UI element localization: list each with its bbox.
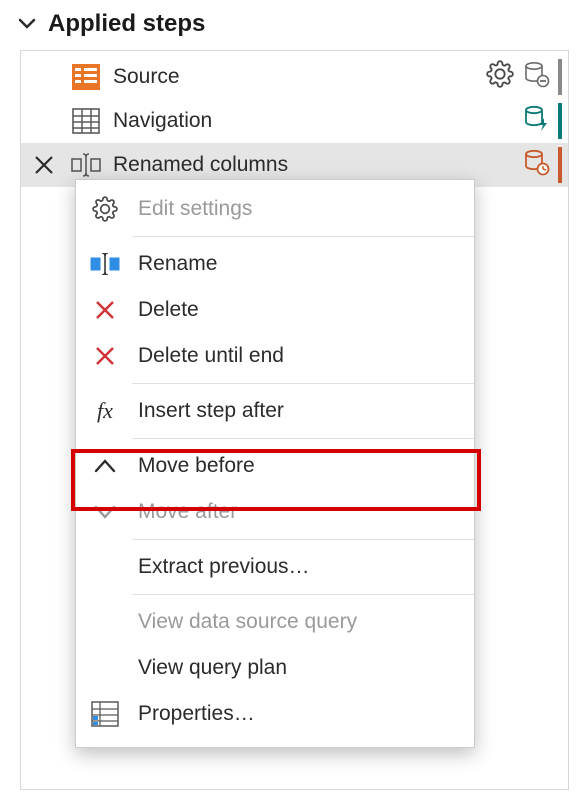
separator — [132, 383, 474, 384]
step-row-navigation[interactable]: Navigation — [21, 99, 568, 143]
separator — [132, 438, 474, 439]
ctx-properties[interactable]: Properties… — [76, 691, 474, 737]
gear-icon — [90, 194, 120, 224]
separator — [132, 236, 474, 237]
rename-icon — [90, 249, 120, 279]
table-icon — [71, 106, 101, 136]
chevron-up-icon — [90, 451, 120, 481]
ctx-label: Delete — [138, 298, 474, 322]
panel-title: Applied steps — [48, 10, 205, 38]
step-accent — [558, 103, 562, 139]
ctx-extract-previous[interactable]: Extract previous… — [76, 544, 474, 590]
properties-icon — [90, 699, 120, 729]
x-red-icon — [90, 295, 120, 325]
step-actions — [486, 59, 568, 95]
x-red-icon — [90, 341, 120, 371]
step-row-source[interactable]: Source — [21, 55, 568, 99]
gear-icon[interactable] — [486, 60, 514, 94]
panel-header[interactable]: Applied steps — [0, 0, 581, 50]
ctx-label: Move before — [138, 454, 474, 478]
ctx-delete[interactable]: Delete — [76, 287, 474, 333]
ctx-label: Extract previous… — [138, 555, 474, 579]
ctx-label: Edit settings — [138, 197, 474, 221]
ctx-label: Properties… — [138, 702, 474, 726]
ctx-move-before[interactable]: Move before — [76, 443, 474, 489]
chevron-down-icon — [90, 497, 120, 527]
blank-icon — [90, 607, 120, 637]
fx-icon: fx — [90, 396, 120, 426]
chevron-down-icon — [18, 15, 36, 33]
blank-icon — [90, 552, 120, 582]
ctx-rename[interactable]: Rename — [76, 241, 474, 287]
source-icon — [71, 62, 101, 92]
ctx-edit-settings[interactable]: Edit settings — [76, 186, 474, 232]
step-accent — [558, 147, 562, 183]
step-actions — [522, 147, 568, 183]
db-minus-icon[interactable] — [522, 60, 550, 94]
step-label: Navigation — [113, 109, 522, 133]
blank-icon — [90, 653, 120, 683]
ctx-label: Rename — [138, 252, 474, 276]
ctx-view-query-plan[interactable]: View query plan — [76, 645, 474, 691]
ctx-view-data-source-query[interactable]: View data source query — [76, 599, 474, 645]
steps-list: Source Navigation — [21, 51, 568, 187]
rename-column-icon — [71, 150, 101, 180]
context-menu: Edit settings Rename Delete Delete until… — [75, 179, 475, 748]
ctx-label: View query plan — [138, 656, 474, 680]
ctx-insert-step-after[interactable]: fx Insert step after — [76, 388, 474, 434]
ctx-label: Delete until end — [138, 344, 474, 368]
applied-steps-panel: Source Navigation — [20, 50, 569, 790]
step-accent — [558, 59, 562, 95]
db-bolt-icon[interactable] — [522, 104, 550, 138]
ctx-move-after[interactable]: Move after — [76, 489, 474, 535]
step-label: Source — [113, 65, 486, 89]
separator — [132, 539, 474, 540]
separator — [132, 594, 474, 595]
ctx-label: Insert step after — [138, 399, 474, 423]
ctx-label: View data source query — [138, 610, 474, 634]
ctx-delete-until-end[interactable]: Delete until end — [76, 333, 474, 379]
delete-step-button[interactable] — [27, 143, 61, 187]
step-label: Renamed columns — [113, 153, 522, 177]
step-actions — [522, 103, 568, 139]
db-clock-icon[interactable] — [522, 148, 550, 182]
ctx-label: Move after — [138, 500, 474, 524]
